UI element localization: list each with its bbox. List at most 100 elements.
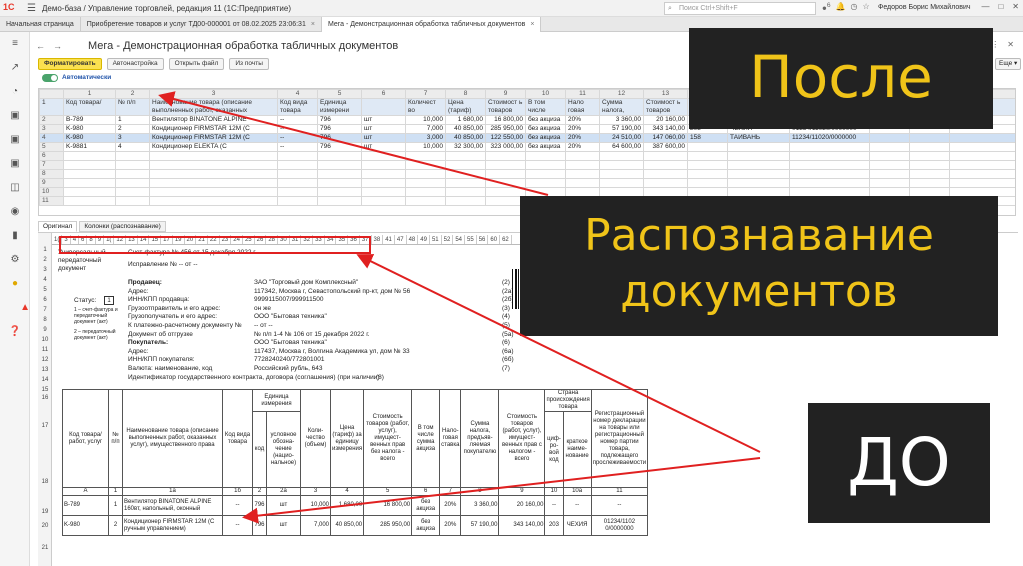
grid-cell[interactable] bbox=[115, 196, 150, 206]
grid-cell[interactable] bbox=[687, 169, 728, 179]
auto-toggle[interactable] bbox=[42, 74, 58, 82]
grid-cell[interactable]: 343 140,00 bbox=[643, 124, 688, 134]
user-name[interactable]: Федоров Борис Михайлович bbox=[878, 4, 971, 11]
column-header[interactable]: Код вида товара bbox=[277, 98, 318, 116]
column-number[interactable]: 8 bbox=[445, 89, 486, 99]
grid-cell[interactable] bbox=[445, 160, 486, 170]
from-mail-button[interactable]: Из почты bbox=[229, 58, 269, 70]
grid-cell[interactable]: 796 bbox=[317, 142, 362, 152]
grid-cell[interactable] bbox=[909, 169, 950, 179]
grid-cell[interactable] bbox=[687, 151, 728, 161]
grid-cell[interactable] bbox=[949, 133, 1015, 143]
column-header[interactable]: Стоимост ь товаров bbox=[485, 98, 526, 116]
grid-cell[interactable]: 57 190,00 bbox=[599, 124, 644, 134]
grid-cell[interactable] bbox=[277, 169, 318, 179]
grid-cell[interactable] bbox=[115, 169, 150, 179]
column-number[interactable]: 2 bbox=[115, 89, 150, 99]
grid-cell[interactable] bbox=[789, 160, 870, 170]
grid-cell[interactable]: 323 000,00 bbox=[485, 142, 526, 152]
grid-cell[interactable] bbox=[405, 178, 446, 188]
grid-cell[interactable] bbox=[405, 169, 446, 179]
grid-cell[interactable] bbox=[149, 178, 278, 188]
row-number[interactable]: 3 bbox=[39, 124, 64, 134]
row-number[interactable]: 6 bbox=[39, 151, 64, 161]
forward-icon[interactable]: → bbox=[53, 41, 62, 51]
grid-cell[interactable]: 1 bbox=[115, 115, 150, 125]
grid-cell[interactable] bbox=[599, 160, 644, 170]
column-number[interactable]: 13 bbox=[643, 89, 688, 99]
grid-cell[interactable]: 147 060,00 bbox=[643, 133, 688, 143]
grid-cell[interactable] bbox=[565, 169, 600, 179]
column-header[interactable]: В том числе bbox=[525, 98, 566, 116]
grid-cell[interactable]: без акциза bbox=[525, 142, 566, 152]
row-number[interactable]: 1 bbox=[39, 98, 64, 116]
grid-cell[interactable]: без акциза bbox=[525, 124, 566, 134]
grid-cell[interactable]: B-789 bbox=[63, 115, 116, 125]
grid-cell[interactable]: 796 bbox=[317, 115, 362, 125]
grid-cell[interactable] bbox=[149, 160, 278, 170]
briefcase-icon[interactable]: ▣ bbox=[0, 104, 30, 128]
grid-cell[interactable] bbox=[445, 151, 486, 161]
grid-cell[interactable] bbox=[869, 133, 910, 143]
grid-cell[interactable] bbox=[485, 151, 526, 161]
grid-cell[interactable] bbox=[445, 196, 486, 206]
close-icon[interactable]: ✕ bbox=[1007, 40, 1014, 49]
grid-cell[interactable]: -- bbox=[277, 142, 318, 152]
grid-cell[interactable]: 158 bbox=[687, 133, 728, 143]
favorites-icon[interactable]: ☆ bbox=[863, 2, 870, 13]
cart-icon[interactable]: ▣ bbox=[0, 152, 30, 176]
notifications-icon[interactable]: ●6 bbox=[822, 2, 831, 13]
grid-cell[interactable] bbox=[789, 151, 870, 161]
column-header[interactable]: Сумма налога, bbox=[599, 98, 644, 116]
grid-cell[interactable] bbox=[949, 160, 1015, 170]
grid-cell[interactable]: 10,000 bbox=[405, 115, 446, 125]
grid-cell[interactable] bbox=[789, 142, 870, 152]
grid-cell[interactable] bbox=[317, 178, 362, 188]
grid-cell[interactable] bbox=[115, 160, 150, 170]
grid-cell[interactable] bbox=[525, 178, 566, 188]
cart-icon[interactable]: ▣ bbox=[0, 128, 30, 152]
grid-cell[interactable] bbox=[485, 160, 526, 170]
column-header[interactable] bbox=[361, 98, 406, 116]
grid-cell[interactable] bbox=[317, 160, 362, 170]
column-number[interactable]: 7 bbox=[405, 89, 446, 99]
tab-home[interactable]: Начальная страница bbox=[0, 17, 81, 32]
menu-icon[interactable]: ☰ bbox=[27, 3, 36, 14]
grid-cell[interactable] bbox=[869, 151, 910, 161]
grid-cell[interactable] bbox=[277, 151, 318, 161]
grid-cell[interactable] bbox=[405, 160, 446, 170]
grid-cell[interactable] bbox=[727, 178, 790, 188]
minimize-icon[interactable]: — bbox=[981, 2, 989, 11]
close-tab-icon[interactable]: × bbox=[311, 21, 315, 28]
grid-cell[interactable] bbox=[361, 178, 406, 188]
row-number[interactable]: 7 bbox=[39, 160, 64, 170]
grid-cell[interactable] bbox=[727, 151, 790, 161]
grid-cell[interactable] bbox=[405, 151, 446, 161]
grid-cell[interactable] bbox=[277, 160, 318, 170]
grid-cell[interactable]: Вентилятор BINATONE ALPINE bbox=[149, 115, 278, 125]
grid-cell[interactable] bbox=[869, 142, 910, 152]
grid-cell[interactable] bbox=[727, 169, 790, 179]
menu-icon[interactable]: ≡ bbox=[0, 32, 30, 56]
grid-cell[interactable] bbox=[525, 151, 566, 161]
back-icon[interactable]: ← bbox=[36, 41, 45, 51]
grid-cell[interactable] bbox=[149, 151, 278, 161]
grid-cell[interactable]: 1 680,00 bbox=[445, 115, 486, 125]
grid-cell[interactable] bbox=[909, 160, 950, 170]
grid-cell[interactable]: 64 600,00 bbox=[599, 142, 644, 152]
column-header[interactable]: Нало говая bbox=[565, 98, 600, 116]
grid-cell[interactable] bbox=[643, 178, 688, 188]
column-number[interactable]: 11 bbox=[565, 89, 600, 99]
grid-cell[interactable] bbox=[405, 187, 446, 197]
grid-cell[interactable] bbox=[565, 160, 600, 170]
grid-cell[interactable] bbox=[909, 133, 950, 143]
grid-cell[interactable]: 3,000 bbox=[405, 133, 446, 143]
grid-cell[interactable] bbox=[949, 151, 1015, 161]
grid-cell[interactable] bbox=[115, 151, 150, 161]
grid-cell[interactable] bbox=[149, 196, 278, 206]
grid-cell[interactable] bbox=[361, 196, 406, 206]
grid-cell[interactable]: 40 850,00 bbox=[445, 133, 486, 143]
bell-icon[interactable]: 🔔 bbox=[836, 2, 846, 13]
grid-cell[interactable] bbox=[599, 169, 644, 179]
grid-cell[interactable] bbox=[277, 178, 318, 188]
